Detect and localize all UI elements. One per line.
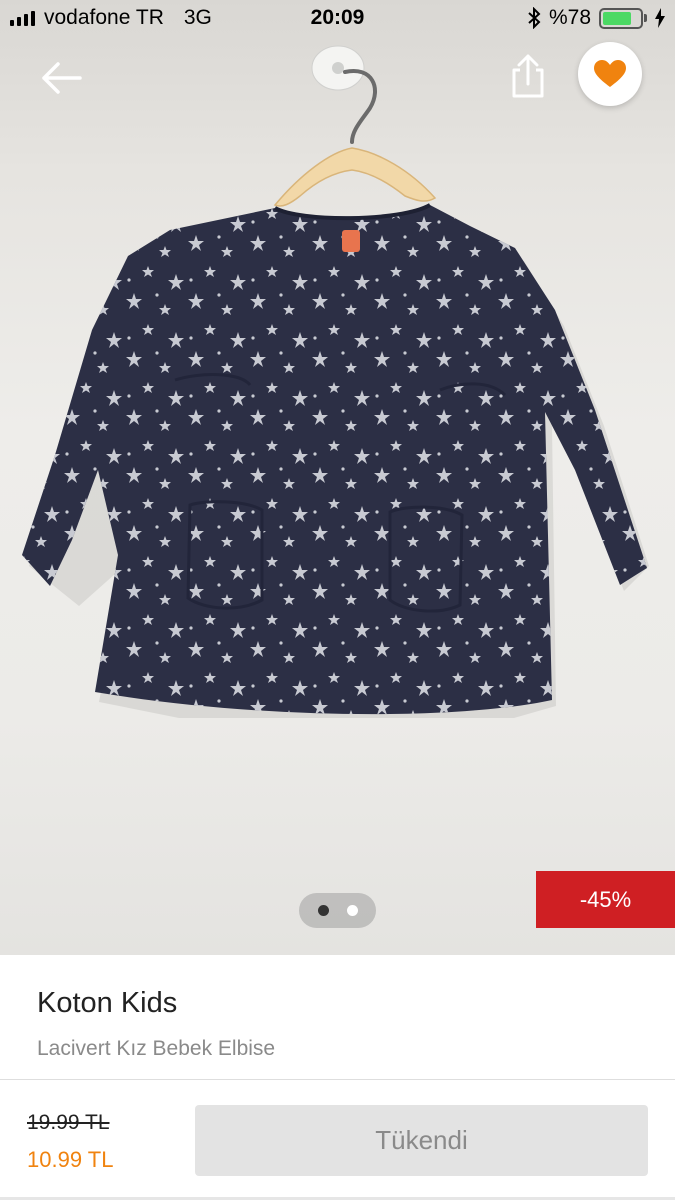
status-bar: vodafone TR 3G 20:09 %78 bbox=[0, 0, 675, 40]
purchase-bar: 19.99 TL 10.99 TL Tükendi bbox=[0, 1079, 675, 1200]
sold-out-button[interactable]: Tükendi bbox=[195, 1105, 648, 1176]
page-dot-2[interactable] bbox=[346, 905, 358, 916]
charging-icon bbox=[655, 8, 665, 28]
product-image bbox=[22, 45, 649, 718]
battery-percent: %78 bbox=[548, 6, 591, 29]
heart-icon bbox=[594, 60, 626, 87]
favorite-button[interactable] bbox=[578, 42, 642, 106]
brand-name: Koton Kids bbox=[37, 987, 178, 1019]
share-icon bbox=[512, 54, 544, 98]
battery-fill bbox=[603, 11, 632, 25]
discount-badge: -45% bbox=[536, 871, 675, 928]
back-button[interactable] bbox=[38, 58, 88, 98]
arrow-left-icon bbox=[42, 62, 82, 94]
share-button[interactable] bbox=[505, 52, 551, 102]
page-dot-1[interactable] bbox=[317, 905, 329, 916]
battery-icon bbox=[599, 7, 647, 29]
product-info: Koton Kids Lacivert Kız Bebek Elbise bbox=[0, 955, 675, 1080]
sale-price: 10.99 TL bbox=[27, 1147, 114, 1172]
old-price: 19.99 TL bbox=[27, 1111, 110, 1134]
product-title: Lacivert Kız Bebek Elbise bbox=[37, 1037, 276, 1060]
product-image-gallery[interactable]: vodafone TR 3G 20:09 %78 -45% bbox=[0, 0, 675, 955]
image-page-indicator[interactable] bbox=[299, 893, 376, 928]
bluetooth-icon bbox=[528, 7, 541, 29]
status-right: %78 bbox=[527, 6, 665, 30]
